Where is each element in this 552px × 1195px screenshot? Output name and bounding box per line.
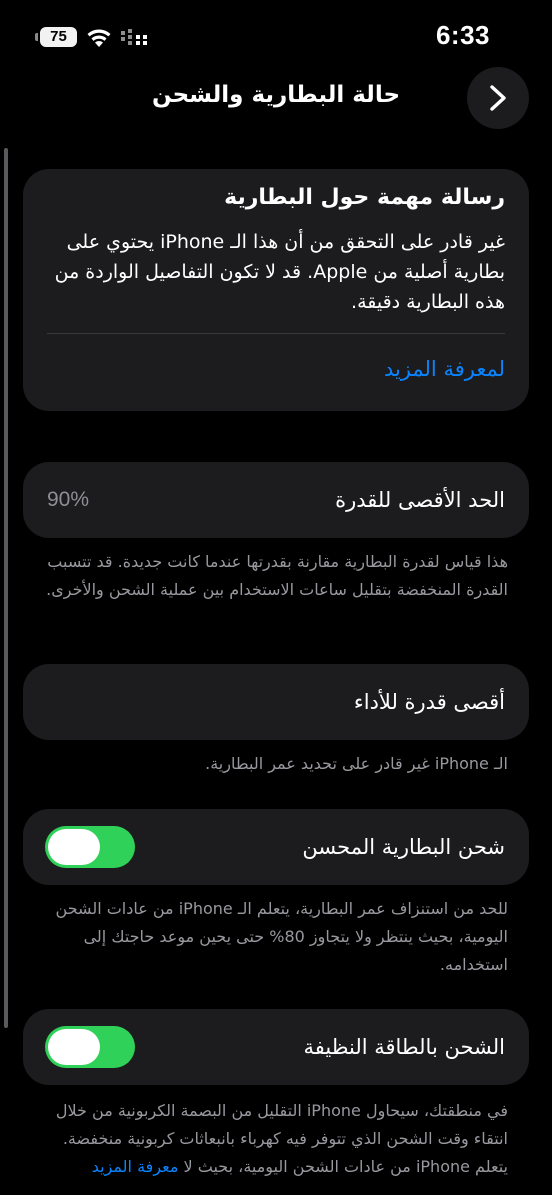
optimized-charging-footnote: للحد من استنزاف عمر البطارية، يتعلم الـ … — [55, 899, 508, 974]
status-bar: 75 6:33 — [0, 0, 552, 70]
clean-energy-charging-label: الشحن بالطاقة النظيفة — [303, 1035, 505, 1059]
chevron-right-icon — [490, 85, 506, 111]
maximum-capacity-row: الحد الأقصى للقدرة 90% — [23, 462, 529, 538]
peak-performance-label: أقصى قدرة للأداء — [353, 690, 505, 714]
maximum-capacity-label: الحد الأقصى للقدرة — [335, 488, 505, 512]
battery-health-screen: 75 6:33 حالة البطارية والشحن رسالة مهمة … — [0, 0, 552, 1195]
back-button[interactable] — [467, 67, 529, 129]
toggle-knob — [48, 1029, 100, 1065]
optimized-charging-toggle[interactable] — [45, 826, 135, 868]
scroll-indicator[interactable] — [4, 148, 8, 1028]
maximum-capacity-value: 90% — [47, 488, 90, 511]
maximum-capacity-footnote: هذا قياس لقدرة البطارية مقارنة بقدرتها ع… — [46, 552, 508, 599]
clean-energy-charging-footnote: في منطقتك، سيحاول iPhone التقليل من البص… — [44, 1097, 508, 1181]
divider — [47, 333, 505, 334]
learn-more-link[interactable]: لمعرفة المزيد — [384, 357, 505, 381]
peak-performance-footnote: الـ iPhone غير قادر على تحديد عمر البطار… — [205, 754, 508, 773]
status-time: 6:33 — [435, 20, 490, 50]
clean-energy-charging-toggle[interactable] — [45, 1026, 135, 1068]
toggle-knob — [48, 829, 100, 865]
peak-performance-row: أقصى قدرة للأداء — [23, 664, 529, 740]
clean-energy-learn-more-link[interactable]: معرفة المزيد — [92, 1157, 179, 1176]
optimized-charging-label: شحن البطارية المحسن — [302, 835, 505, 859]
clean-energy-charging-row: الشحن بالطاقة النظيفة — [23, 1009, 529, 1085]
wifi-icon — [87, 29, 111, 47]
important-battery-message-card: رسالة مهمة حول البطارية غير قادر على الت… — [23, 169, 529, 411]
message-body: غير قادر على التحقق من أن هذا الـ iPhone… — [54, 231, 505, 313]
optimized-charging-row: شحن البطارية المحسن — [23, 809, 529, 885]
battery-level-badge: 75 — [35, 27, 77, 47]
cellular-signal-icon — [121, 29, 147, 45]
message-title: رسالة مهمة حول البطارية — [224, 185, 505, 210]
